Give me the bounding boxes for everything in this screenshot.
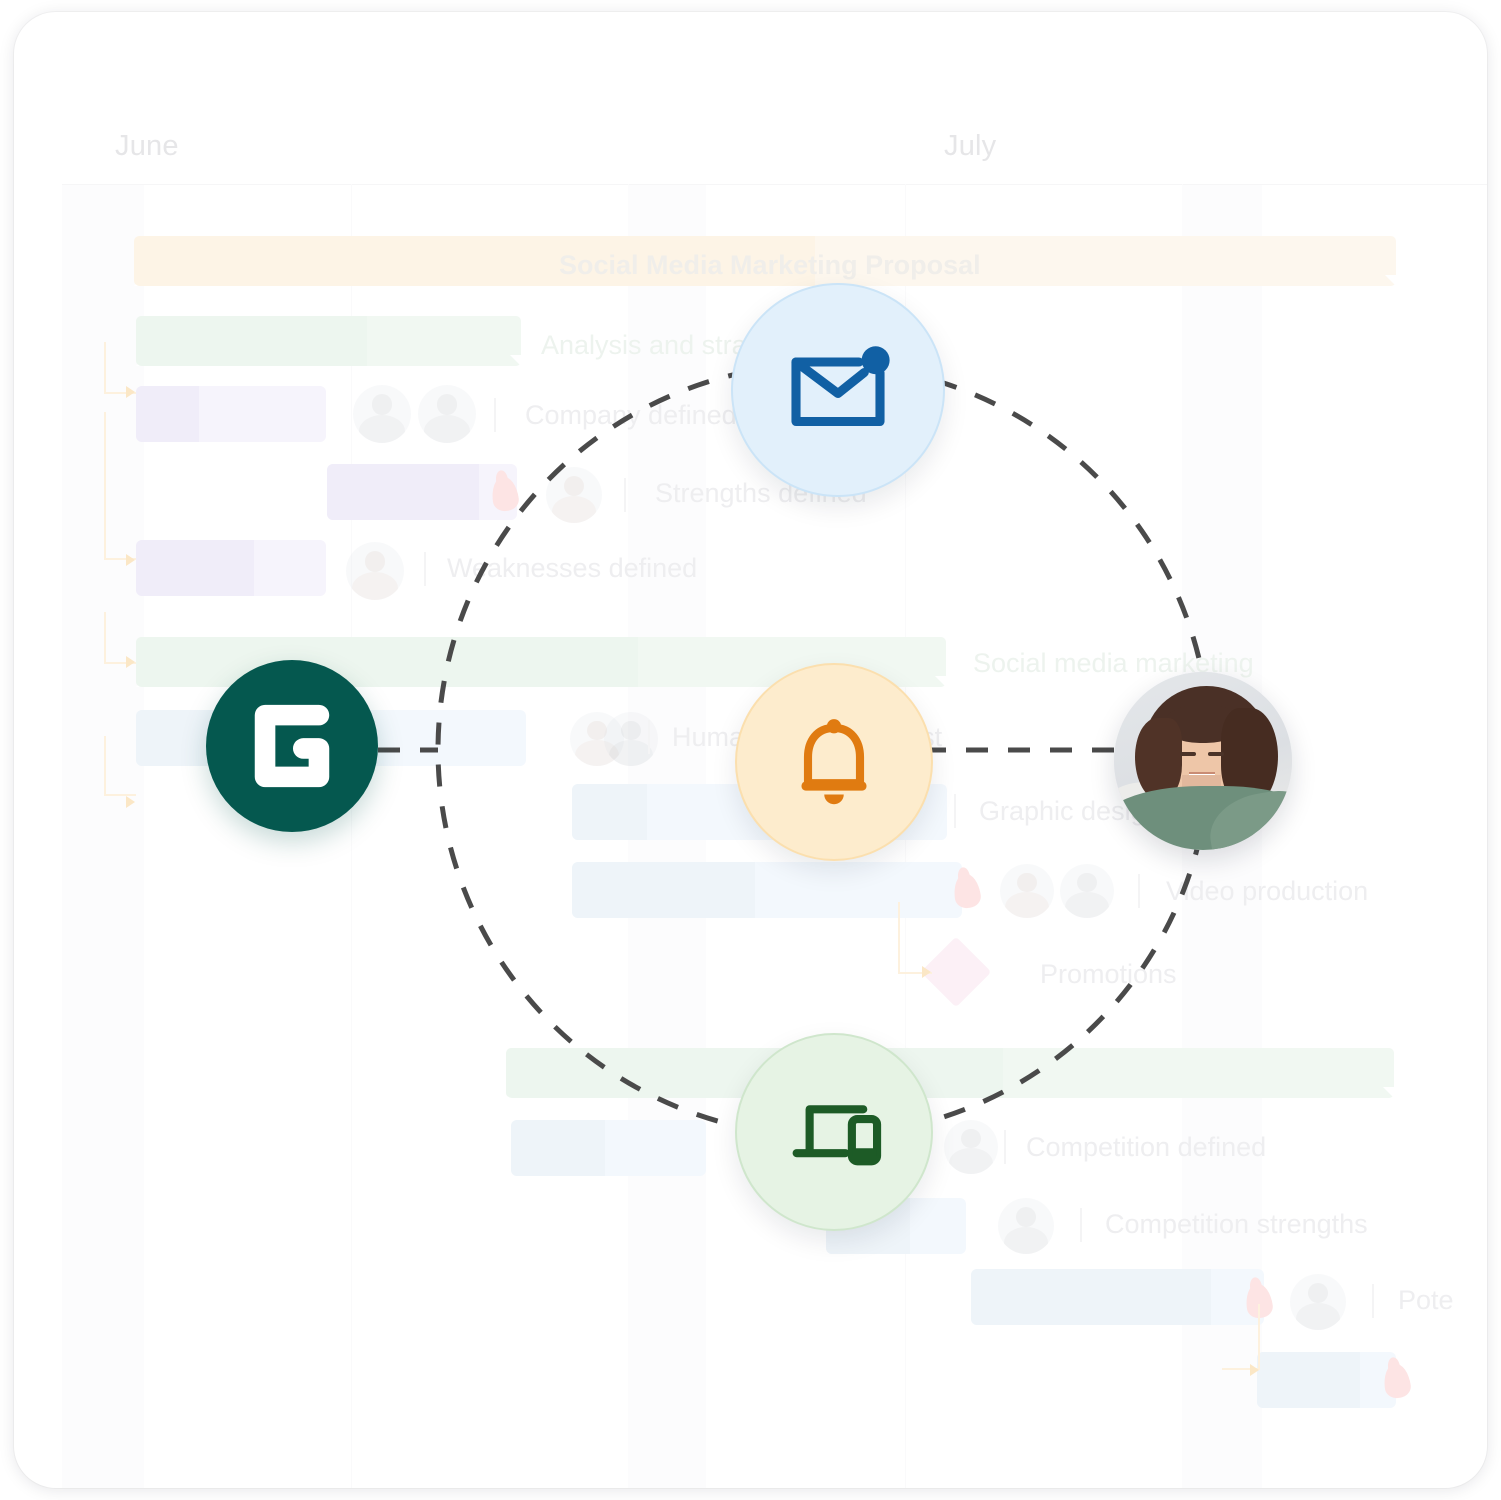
gantt-row-label: Weaknesses defined <box>447 553 698 583</box>
user-photo-avatar[interactable] <box>1114 672 1292 850</box>
dependency-arrow-icon <box>126 554 135 566</box>
gantt-row-label: Competition strengths <box>1105 1209 1368 1239</box>
gantt-row-label: Competition defined <box>1026 1132 1267 1162</box>
email-notification-node[interactable] <box>731 283 945 497</box>
dependency-link <box>104 412 136 560</box>
assignee-avatar[interactable] <box>346 542 404 600</box>
gantt-bar-task[interactable] <box>136 540 326 596</box>
label-separator <box>1080 1208 1082 1242</box>
ganttpro-logo-node[interactable] <box>206 660 378 832</box>
assignee-avatar[interactable] <box>944 1120 998 1174</box>
assignee-avatar[interactable] <box>546 467 602 523</box>
dependency-arrow-icon <box>922 966 931 978</box>
avatar-photo <box>1114 672 1292 850</box>
gantt-bar-summary[interactable] <box>136 316 521 366</box>
devices-responsive-node[interactable] <box>735 1033 933 1231</box>
bell-notification-node[interactable] <box>735 663 933 861</box>
assignee-avatar[interactable] <box>353 385 411 443</box>
assignee-avatar[interactable] <box>1000 864 1054 918</box>
illustration-stage: June July Social Media Marketing Proposa… <box>0 0 1501 1500</box>
feature-card: June July Social Media Marketing Proposa… <box>14 12 1487 1488</box>
gantt-bar-task[interactable] <box>511 1120 706 1176</box>
assignee-avatar[interactable] <box>998 1198 1054 1254</box>
gantt-row-label: Company defined <box>525 400 737 430</box>
gantt-bar-task[interactable] <box>327 464 517 520</box>
timeline-header-rule <box>62 184 1487 185</box>
timeline-month-june: June <box>115 130 179 162</box>
label-separator <box>648 720 650 754</box>
gantt-row-label: Promotions <box>1040 959 1177 989</box>
ganttpro-logo-icon <box>254 704 330 788</box>
label-separator <box>954 794 956 828</box>
timeline-month-july: July <box>944 130 997 162</box>
dependency-arrow-icon <box>126 656 135 668</box>
grid-line <box>351 184 352 1488</box>
label-separator <box>1138 874 1140 908</box>
label-separator <box>1372 1284 1374 1318</box>
assignee-avatar[interactable] <box>418 385 476 443</box>
email-notification-icon <box>791 346 890 427</box>
dependency-link <box>104 736 136 796</box>
gantt-bar-task[interactable] <box>971 1269 1264 1325</box>
devices-responsive-icon <box>792 1105 882 1166</box>
dependency-arrow-icon <box>126 796 135 808</box>
dependency-link <box>898 902 932 974</box>
dependency-link <box>1222 1304 1260 1370</box>
gantt-bar-task[interactable] <box>1257 1352 1396 1408</box>
assignee-avatar[interactable] <box>1060 864 1114 918</box>
label-separator <box>494 398 496 432</box>
bell-notification-icon <box>801 719 867 805</box>
label-separator <box>624 478 626 512</box>
label-separator <box>424 552 426 586</box>
gantt-row-label: Pote <box>1398 1285 1454 1315</box>
gantt-bar-summary[interactable] <box>506 1048 1394 1098</box>
dependency-arrow-icon <box>126 386 135 398</box>
dependency-arrow-icon <box>1250 1364 1259 1376</box>
label-separator <box>1004 1130 1006 1164</box>
assignee-avatar[interactable] <box>1290 1274 1346 1330</box>
gantt-row-label: Video production <box>1166 876 1369 906</box>
gantt-bar-task[interactable] <box>136 386 326 442</box>
gantt-row-label: Social Media Marketing Proposal <box>559 250 981 280</box>
